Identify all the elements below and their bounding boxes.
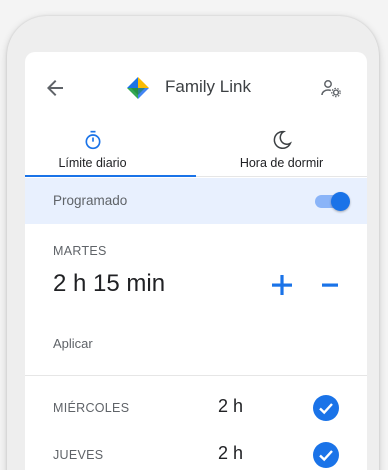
increase-time-button[interactable] <box>269 272 295 298</box>
day-time: 2 h <box>218 443 244 463</box>
tab-bar: Límite diario Hora de dormir <box>25 122 367 177</box>
minus-icon <box>322 283 338 287</box>
tab-daily-limit-label: Límite diario <box>58 156 127 170</box>
current-day-card: MARTES 2 h 15 min Aplicar <box>25 224 367 376</box>
check-circle-icon[interactable] <box>312 441 340 469</box>
toggle-knob <box>331 192 350 211</box>
check-circle-icon[interactable] <box>312 394 340 422</box>
moon-icon <box>272 130 292 150</box>
scheduled-row: Programado <box>25 178 367 224</box>
day-row-wednesday[interactable]: MIÉRCOLES 2 h <box>25 386 367 432</box>
manage-accounts-icon[interactable] <box>319 76 343 100</box>
plus-icon <box>272 275 292 295</box>
scheduled-toggle[interactable] <box>315 192 350 211</box>
decrease-time-button[interactable] <box>317 272 343 298</box>
tab-selected-indicator <box>25 175 196 177</box>
day-name: MIÉRCOLES <box>53 401 130 415</box>
current-day-name: MARTES <box>53 244 107 258</box>
day-row-thursday[interactable]: JUEVES 2 h <box>25 433 367 470</box>
family-link-logo <box>126 76 150 100</box>
scheduled-label: Programado <box>53 193 128 208</box>
app-title: Family Link <box>165 77 251 96</box>
timer-icon <box>83 130 103 150</box>
app-bar: Family Link <box>25 52 367 122</box>
tab-bedtime-label: Hora de dormir <box>239 156 324 170</box>
phone-frame: Family Link Límite diario Hora de dormir… <box>7 16 379 470</box>
tab-bedtime[interactable]: Hora de dormir <box>196 122 367 177</box>
day-time: 2 h <box>218 396 244 416</box>
app-screen: Family Link Límite diario Hora de dormir… <box>25 52 367 470</box>
current-day-time: 2 h 15 min <box>53 270 166 297</box>
day-name: JUEVES <box>53 448 104 462</box>
arrow-back-icon[interactable] <box>43 76 67 100</box>
tab-daily-limit[interactable]: Límite diario <box>25 122 196 177</box>
apply-button[interactable]: Aplicar <box>53 336 93 351</box>
